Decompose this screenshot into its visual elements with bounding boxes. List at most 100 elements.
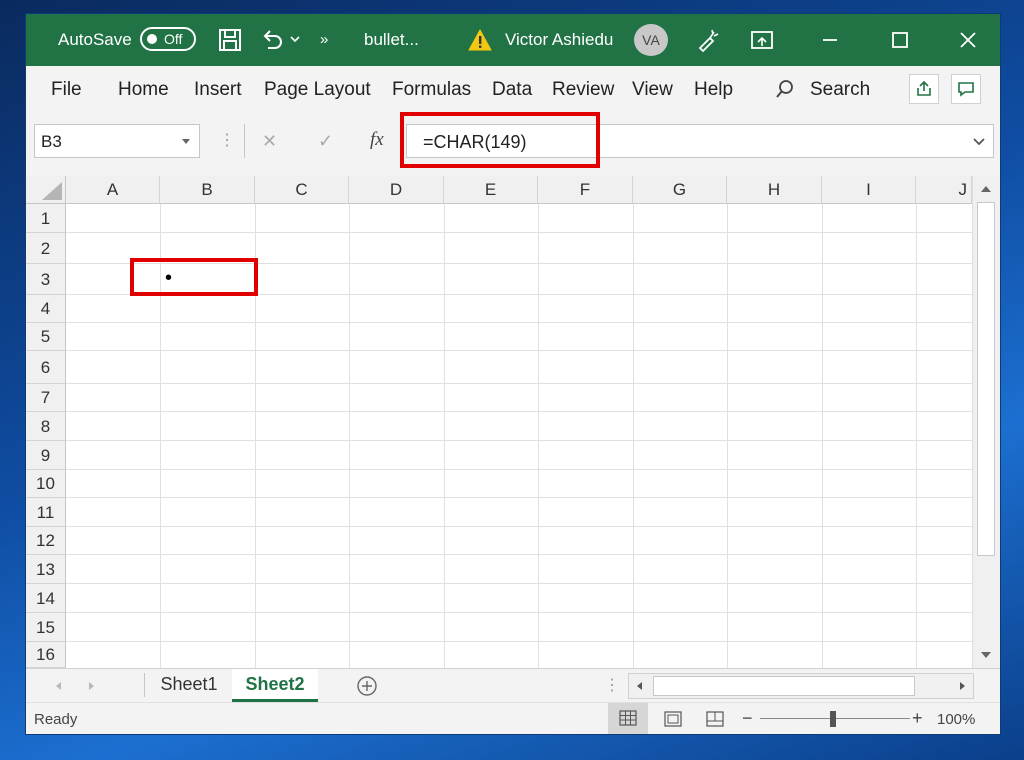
row-header-7[interactable]: 7 xyxy=(26,384,66,412)
name-box[interactable]: B3 xyxy=(34,124,200,158)
column-header-b[interactable]: B xyxy=(160,176,255,204)
ribbon-tabs: File Home Insert Page Layout Formulas Da… xyxy=(26,66,1000,112)
status-bar: Ready − + 100% xyxy=(26,702,1000,734)
search-box[interactable]: Search xyxy=(810,79,870,101)
next-sheet-icon[interactable] xyxy=(88,681,96,691)
scroll-up-icon[interactable] xyxy=(980,184,992,194)
autosave-label: AutoSave xyxy=(58,30,132,49)
designer-icon[interactable] xyxy=(694,26,722,54)
comments-button[interactable] xyxy=(951,74,981,104)
horizontal-scrollbar[interactable] xyxy=(628,673,974,699)
ribbon-display-icon[interactable] xyxy=(748,26,776,54)
avatar[interactable]: VA xyxy=(634,24,668,56)
row-header-3[interactable]: 3 xyxy=(26,264,66,295)
share-button[interactable] xyxy=(909,74,939,104)
sheet-tab-bar: Sheet1 Sheet2 ⋮ xyxy=(26,668,1000,702)
row-header-9[interactable]: 9 xyxy=(26,441,66,470)
search-icon[interactable] xyxy=(774,78,796,100)
maximize-icon[interactable] xyxy=(886,26,914,54)
row-header-4[interactable]: 4 xyxy=(26,295,66,323)
minimize-icon[interactable] xyxy=(816,26,844,54)
row-header-2[interactable]: 2 xyxy=(26,233,66,264)
worksheet-grid[interactable]: A B C D E F G H I J 1 2 3 4 5 6 7 8 9 10… xyxy=(26,176,972,668)
tab-insert[interactable]: Insert xyxy=(194,79,242,101)
scroll-right-icon[interactable] xyxy=(959,681,967,691)
page-layout-view-icon[interactable] xyxy=(664,711,682,727)
column-header-c[interactable]: C xyxy=(255,176,349,204)
sheet-tab-sheet2[interactable]: Sheet2 xyxy=(232,669,318,702)
autosave-toggle[interactable]: Off xyxy=(140,27,196,51)
tab-file[interactable]: File xyxy=(51,79,82,101)
tab-page-layout[interactable]: Page Layout xyxy=(264,79,371,101)
insert-function-icon[interactable]: fx xyxy=(370,129,384,151)
gridline xyxy=(349,204,350,668)
row-header-1[interactable]: 1 xyxy=(26,204,66,233)
row-header-8[interactable]: 8 xyxy=(26,412,66,441)
row-header-14[interactable]: 14 xyxy=(26,584,66,613)
row-header-15[interactable]: 15 xyxy=(26,613,66,642)
row-header-6[interactable]: 6 xyxy=(26,351,66,384)
column-header-i[interactable]: I xyxy=(822,176,916,204)
gridline xyxy=(66,612,972,613)
row-header-12[interactable]: 12 xyxy=(26,527,66,555)
vertical-scrollbar[interactable] xyxy=(972,176,1000,668)
page-break-view-icon[interactable] xyxy=(706,711,724,727)
chevron-down-icon[interactable] xyxy=(181,138,191,146)
chevron-down-icon[interactable] xyxy=(288,32,302,46)
gridline xyxy=(916,204,917,668)
scroll-left-icon[interactable] xyxy=(635,681,643,691)
zoom-out-button[interactable]: − xyxy=(742,708,753,729)
tab-data[interactable]: Data xyxy=(492,79,532,101)
expand-formula-bar-icon[interactable] xyxy=(973,137,985,147)
toggle-knob xyxy=(147,34,157,44)
comment-icon xyxy=(958,82,974,97)
formula-bar-grip-icon[interactable]: ⋮ xyxy=(219,130,235,150)
tab-home[interactable]: Home xyxy=(118,79,169,101)
gridline xyxy=(66,583,972,584)
enter-icon[interactable]: ✓ xyxy=(318,131,333,152)
row-header-5[interactable]: 5 xyxy=(26,323,66,351)
column-header-f[interactable]: F xyxy=(538,176,633,204)
gridline xyxy=(822,204,823,668)
horizontal-scroll-thumb[interactable] xyxy=(653,676,915,696)
tab-formulas[interactable]: Formulas xyxy=(392,79,471,101)
column-header-g[interactable]: G xyxy=(633,176,727,204)
previous-sheet-icon[interactable] xyxy=(54,681,62,691)
warning-icon[interactable] xyxy=(466,26,494,54)
tab-review[interactable]: Review xyxy=(552,79,614,101)
gridline xyxy=(66,554,972,555)
column-header-j[interactable]: J xyxy=(916,176,972,204)
more-commands-icon[interactable]: » xyxy=(320,30,328,50)
cancel-icon[interactable]: ✕ xyxy=(262,131,277,152)
column-header-d[interactable]: D xyxy=(349,176,444,204)
column-header-a[interactable]: A xyxy=(66,176,160,204)
tab-help[interactable]: Help xyxy=(694,79,733,101)
formula-highlight-box xyxy=(400,112,600,168)
tab-split-grip-icon[interactable]: ⋮ xyxy=(604,675,620,695)
gridline xyxy=(66,497,972,498)
row-header-10[interactable]: 10 xyxy=(26,470,66,498)
row-header-11[interactable]: 11 xyxy=(26,498,66,527)
share-icon xyxy=(917,80,931,96)
scroll-thumb[interactable] xyxy=(977,202,995,556)
add-sheet-icon[interactable] xyxy=(356,675,378,697)
select-all-icon xyxy=(42,182,62,200)
undo-icon[interactable] xyxy=(258,26,286,54)
row-header-13[interactable]: 13 xyxy=(26,555,66,584)
save-icon[interactable] xyxy=(216,26,244,54)
gridline xyxy=(66,469,972,470)
column-header-h[interactable]: H xyxy=(727,176,822,204)
normal-view-button[interactable] xyxy=(608,703,648,734)
zoom-in-button[interactable]: + xyxy=(912,708,923,729)
scroll-down-icon[interactable] xyxy=(980,650,992,660)
divider xyxy=(244,124,245,158)
tab-view[interactable]: View xyxy=(632,79,673,101)
zoom-level[interactable]: 100% xyxy=(937,711,975,728)
select-all-button[interactable] xyxy=(26,176,66,204)
close-icon[interactable] xyxy=(954,26,982,54)
row-header-16[interactable]: 16 xyxy=(26,642,66,668)
cell-highlight-box xyxy=(130,258,258,296)
zoom-slider-thumb[interactable] xyxy=(830,711,836,727)
column-header-e[interactable]: E xyxy=(444,176,538,204)
sheet-tab-sheet1[interactable]: Sheet1 xyxy=(146,669,232,702)
